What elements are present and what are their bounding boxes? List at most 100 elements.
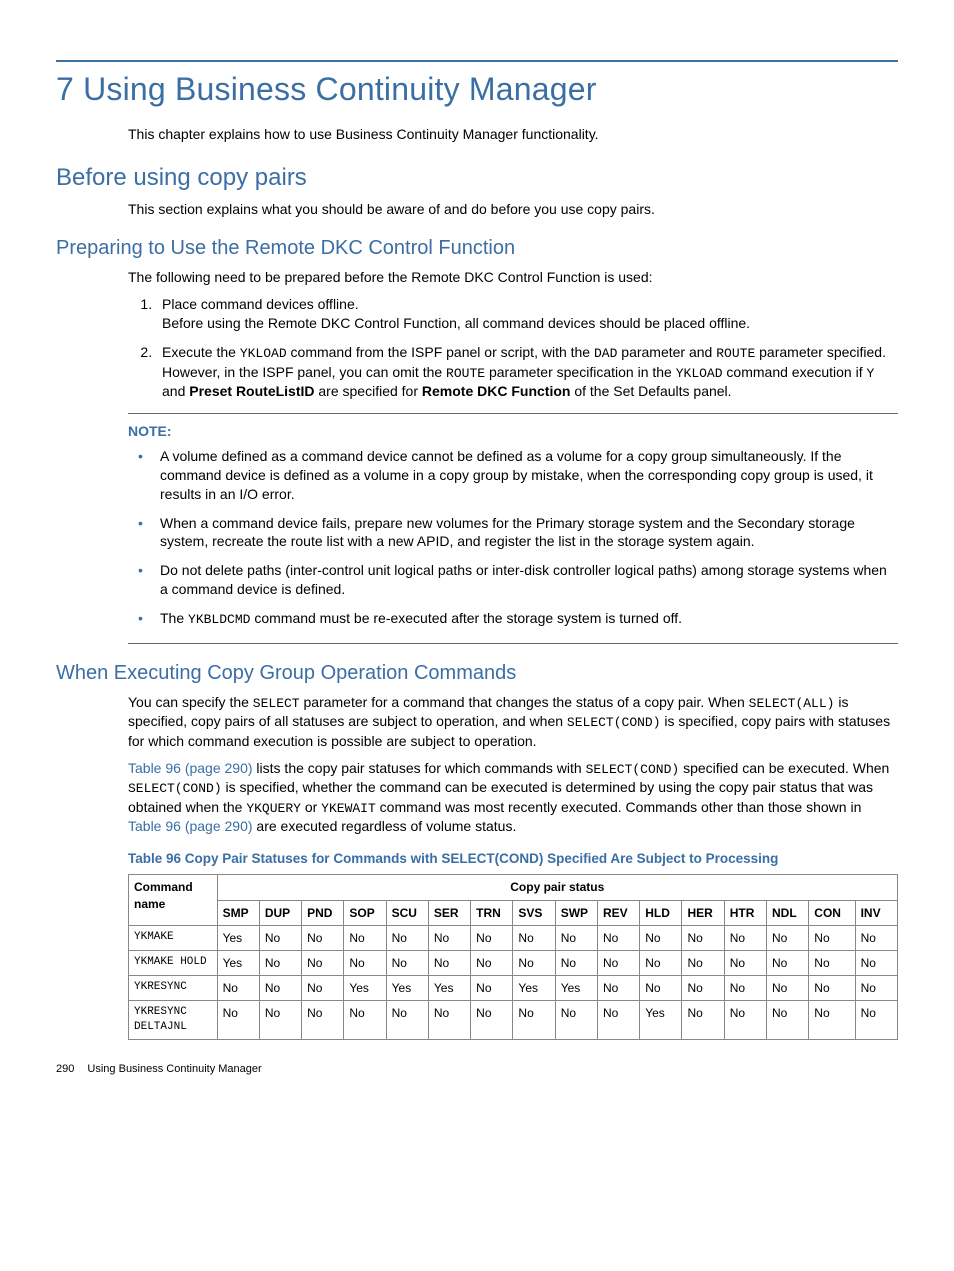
status-cell: No (682, 1001, 724, 1040)
status-cell: Yes (344, 976, 386, 1001)
th-command-name: Command name (129, 875, 218, 925)
status-cell: No (724, 925, 766, 950)
status-cell: No (259, 925, 301, 950)
status-cell: No (767, 976, 809, 1001)
note-bullets: A volume defined as a command device can… (128, 447, 898, 629)
step2-seg9: of the Set Defaults panel. (570, 383, 731, 399)
status-cell: No (767, 925, 809, 950)
status-cell: Yes (555, 976, 597, 1001)
note4-code: YKBLDCMD (188, 612, 250, 627)
status-cell: No (597, 950, 639, 975)
sub2-p1: You can specify the SELECT parameter for… (128, 693, 898, 751)
status-cell: No (471, 925, 513, 950)
th-inv: INV (855, 900, 897, 925)
status-columns-row: SMPDUPPNDSOPSCUSERTRNSVSSWPREVHLDHERHTRN… (129, 900, 898, 925)
s2p1-c3: SELECT(COND) (567, 715, 661, 730)
step2-code2: DAD (594, 346, 617, 361)
status-cell: Yes (217, 950, 259, 975)
status-cell: No (513, 1001, 555, 1040)
th-scu: SCU (386, 900, 428, 925)
status-cell: Yes (640, 1001, 682, 1040)
s2p2-a: lists the copy pair statuses for which c… (253, 760, 586, 776)
step2-seg5: parameter specification in the (485, 364, 676, 380)
status-cell: No (555, 950, 597, 975)
status-cell: No (855, 950, 897, 975)
step2-seg2: command from the ISPF panel or script, w… (287, 344, 594, 360)
status-cell: No (386, 1001, 428, 1040)
prepare-steps-list: Place command devices offline. Before us… (128, 295, 898, 401)
status-cell: No (767, 1001, 809, 1040)
s2p1-c1: SELECT (253, 696, 300, 711)
status-cell: No (386, 950, 428, 975)
status-cell: Yes (513, 976, 555, 1001)
step2-code1: YKLOAD (240, 346, 287, 361)
th-svs: SVS (513, 900, 555, 925)
status-cell: Yes (386, 976, 428, 1001)
status-cell: No (855, 976, 897, 1001)
step2-seg8: are specified for (315, 383, 422, 399)
note-bullet-3: Do not delete paths (inter-control unit … (138, 561, 898, 599)
note-label: NOTE: (128, 422, 898, 441)
step2-seg1: Execute the (162, 344, 240, 360)
th-hld: HLD (640, 900, 682, 925)
status-cell: No (259, 1001, 301, 1040)
status-cell: No (682, 976, 724, 1001)
th-trn: TRN (471, 900, 513, 925)
status-cell: No (767, 950, 809, 975)
status-cell: No (344, 1001, 386, 1040)
status-cell: No (259, 950, 301, 975)
footer-title: Using Business Continuity Manager (87, 1063, 261, 1075)
status-cell: No (682, 925, 724, 950)
s2p2-b: specified can be executed. When (679, 760, 889, 776)
status-cell: No (724, 1001, 766, 1040)
s2p2-e: or (301, 799, 321, 815)
cmd-cell: YKMAKE (129, 925, 218, 950)
status-cell: Yes (217, 925, 259, 950)
status-cell: Yes (428, 976, 470, 1001)
note-bullet-1: A volume defined as a command device can… (138, 447, 898, 504)
th-con: CON (809, 900, 855, 925)
note4-seg1: The (160, 610, 188, 626)
status-cell: No (597, 925, 639, 950)
s2p1-c2: SELECT(ALL) (749, 696, 835, 711)
table96-link-1[interactable]: Table 96 (page 290) (128, 760, 253, 776)
s2p1-b: parameter for a command that changes the… (300, 694, 749, 710)
sub1-intro: The following need to be prepared before… (128, 268, 898, 287)
status-cell: No (217, 1001, 259, 1040)
note-bullet-2: When a command device fails, prepare new… (138, 514, 898, 552)
status-cell: No (640, 976, 682, 1001)
th-sop: SOP (344, 900, 386, 925)
step-2: Execute the YKLOAD command from the ISPF… (156, 343, 898, 401)
step1-line1: Place command devices offline. (162, 296, 359, 312)
s2p2-c3: YKQUERY (246, 801, 301, 816)
note4-seg2: command must be re-executed after the st… (250, 610, 682, 626)
s2p2-c2: SELECT(COND) (128, 781, 222, 796)
th-copy-pair-status: Copy pair status (217, 875, 897, 900)
section-before-using: Before using copy pairs (56, 162, 898, 194)
th-ser: SER (428, 900, 470, 925)
table-row: YKRESYNC DELTAJNLNoNoNoNoNoNoNoNoNoNoYes… (129, 1001, 898, 1040)
status-cell: No (344, 925, 386, 950)
status-cell: No (386, 925, 428, 950)
th-her: HER (682, 900, 724, 925)
status-cell: No (597, 976, 639, 1001)
table-row: YKMAKE HOLDYesNoNoNoNoNoNoNoNoNoNoNoNoNo… (129, 950, 898, 975)
status-cell: No (809, 950, 855, 975)
status-cell: No (809, 1001, 855, 1040)
chapter-title: 7 Using Business Continuity Manager (56, 68, 898, 111)
s2p2-f: command was most recently executed. Comm… (376, 799, 862, 815)
status-cell: No (471, 950, 513, 975)
page-footer: 290 Using Business Continuity Manager (56, 1062, 898, 1077)
status-cell: No (555, 1001, 597, 1040)
status-cell: No (597, 1001, 639, 1040)
status-cell: No (428, 1001, 470, 1040)
cmd-cell: YKRESYNC DELTAJNL (129, 1001, 218, 1040)
chapter-intro: This chapter explains how to use Busines… (128, 125, 898, 144)
status-cell: No (428, 950, 470, 975)
subsection-preparing: Preparing to Use the Remote DKC Control … (56, 235, 898, 262)
note-block: NOTE: A volume defined as a command devi… (128, 413, 898, 644)
step2-code6: Y (867, 366, 875, 381)
th-rev: REV (597, 900, 639, 925)
step-1: Place command devices offline. Before us… (156, 295, 898, 333)
table96-link-2[interactable]: Table 96 (page 290) (128, 818, 253, 834)
